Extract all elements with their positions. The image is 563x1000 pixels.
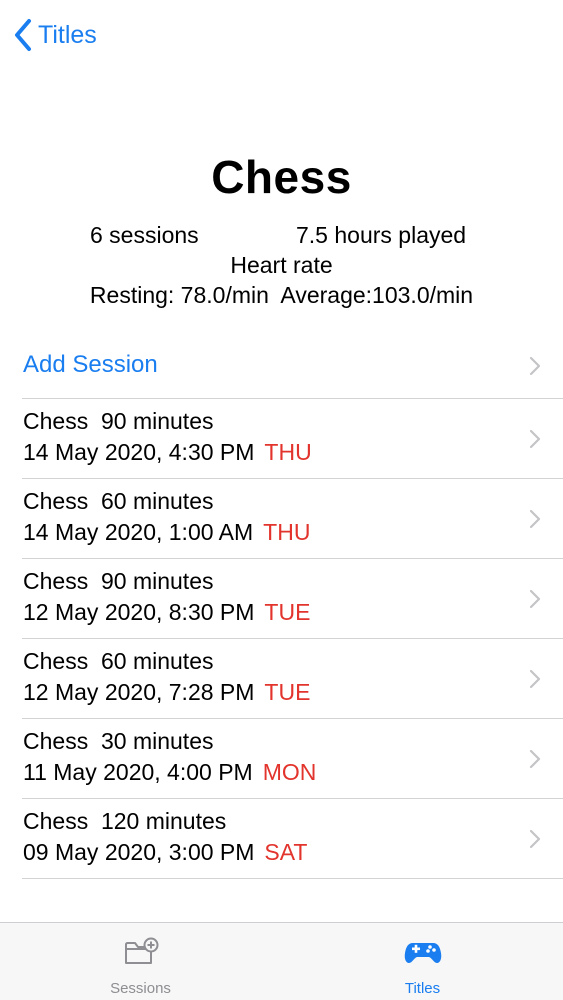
chevron-right-icon [529, 589, 541, 609]
session-weekday: THU [263, 519, 311, 545]
tab-titles[interactable]: Titles [282, 923, 563, 1000]
heart-rate-values: Resting: 78.0/min Average:103.0/min [89, 282, 474, 308]
session-date-line: 14 May 2020, 4:30 PM THU [23, 439, 312, 466]
session-summary: Chess 90 minutes [23, 568, 214, 594]
chevron-right-icon [529, 749, 541, 769]
chevron-right-icon [529, 356, 541, 376]
chevron-left-icon [15, 19, 31, 51]
session-row[interactable]: Chess 90 minutes 12 May 2020, 8:30 PM TUE [0, 559, 563, 639]
heart-rate-title: Heart rate [230, 252, 333, 278]
session-weekday: SAT [264, 839, 308, 865]
session-datetime: 12 May 2020, 7:28 PM [23, 679, 255, 705]
session-datetime: 09 May 2020, 3:00 PM [23, 839, 255, 865]
add-session-label: Add Session [23, 351, 158, 378]
page-title: Chess [211, 151, 352, 203]
session-row[interactable]: Chess 60 minutes 12 May 2020, 7:28 PM TUE [0, 639, 563, 719]
navigation-bar: Titles [0, 0, 563, 70]
sessions-list: Add Session Chess 90 minutes 14 May 2020… [0, 333, 563, 879]
folder-add-icon [124, 937, 158, 964]
session-row[interactable]: Chess 120 minutes 09 May 2020, 3:00 PM SA… [0, 799, 563, 879]
session-row[interactable]: Chess 90 minutes 14 May 2020, 4:30 PM THU [0, 399, 563, 479]
hours-played: 7.5 hours played [296, 222, 467, 248]
session-datetime: 11 May 2020, 4:00 PM [23, 759, 253, 785]
session-date-line: 14 May 2020, 1:00 AM THU [23, 519, 310, 546]
session-date-line: 11 May 2020, 4:00 PM MON [23, 759, 316, 786]
tab-bar: Sessions Titles [0, 922, 563, 1000]
back-button[interactable]: Titles [12, 16, 97, 54]
session-summary: Chess 60 minutes [23, 488, 214, 514]
session-weekday: TUE [264, 599, 311, 625]
session-weekday: THU [264, 439, 312, 465]
session-summary: Chess 60 minutes [23, 648, 214, 674]
session-summary: Chess 90 minutes [23, 408, 214, 434]
session-row[interactable]: Chess 30 minutes 11 May 2020, 4:00 PM MON [0, 719, 563, 799]
add-session-row[interactable]: Add Session [0, 333, 563, 399]
session-date-line: 12 May 2020, 7:28 PM TUE [23, 679, 310, 706]
back-button-label: Titles [38, 20, 97, 49]
session-date-line: 12 May 2020, 8:30 PM TUE [23, 599, 310, 626]
chevron-right-icon [529, 509, 541, 529]
gamecontroller-icon [404, 943, 441, 963]
session-datetime: 14 May 2020, 1:00 AM [23, 519, 254, 545]
tab-sessions-label: Sessions [110, 980, 171, 997]
session-date-line: 09 May 2020, 3:00 PM SAT [23, 839, 307, 866]
tab-sessions[interactable]: Sessions [0, 923, 281, 1000]
session-weekday: MON [262, 759, 317, 785]
chevron-right-icon [529, 429, 541, 449]
session-summary: Chess 30 minutes [23, 728, 214, 754]
session-datetime: 14 May 2020, 4:30 PM [23, 439, 255, 465]
session-weekday: TUE [264, 679, 311, 705]
chevron-right-icon [529, 669, 541, 689]
tab-titles-label: Titles [404, 980, 441, 997]
session-datetime: 12 May 2020, 8:30 PM [23, 599, 255, 625]
session-summary: Chess 120 minutes [23, 808, 227, 834]
sessions-count: 6 sessions [90, 222, 199, 248]
chevron-right-icon [529, 829, 541, 849]
session-row[interactable]: Chess 60 minutes 14 May 2020, 1:00 AM THU [0, 479, 563, 559]
